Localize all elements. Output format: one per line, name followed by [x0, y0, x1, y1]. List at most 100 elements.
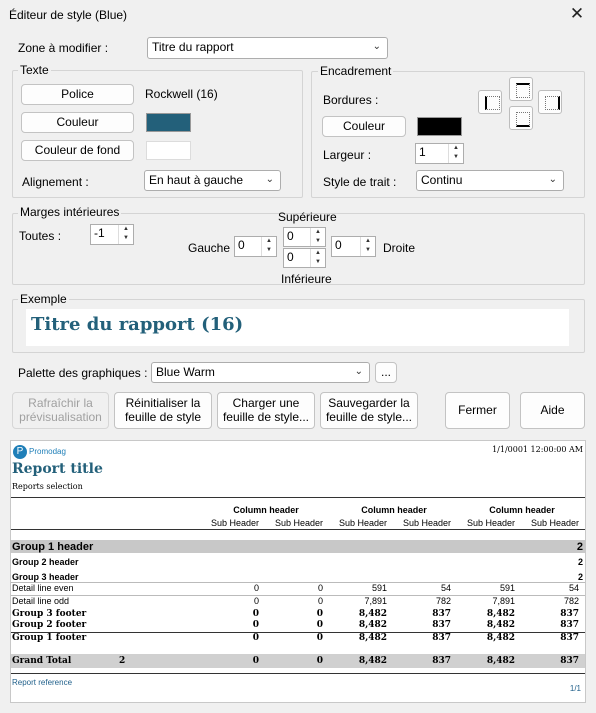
divider: [11, 673, 585, 674]
sub-header: Sub Header: [274, 518, 323, 528]
reset-stylesheet-button[interactable]: Réinitialiser la feuille de style: [114, 392, 212, 429]
spinner-arrows-icon[interactable]: ▲ ▼: [360, 237, 375, 256]
all-margins-spinner[interactable]: -1 ▲ ▼: [90, 224, 134, 245]
zone-select[interactable]: Titre du rapport ⌄: [147, 37, 388, 59]
text-color-button[interactable]: Couleur: [21, 112, 134, 133]
grand-total-cell: 8,482: [486, 656, 515, 666]
divider: [11, 497, 585, 498]
report-cell: 7,891: [492, 596, 515, 606]
border-right-icon: [545, 96, 560, 110]
all-margins-label: Toutes :: [19, 229, 62, 243]
chevron-down-icon: ⌄: [372, 41, 381, 52]
spinner-arrows-icon[interactable]: ▲ ▼: [261, 237, 276, 256]
grand-total-cell: 0: [252, 656, 259, 666]
report-title: Report title: [12, 461, 103, 477]
report-row-label: Group 2 footer: [12, 620, 87, 630]
report-cell: 837: [560, 620, 579, 630]
group2-count: 2: [577, 557, 583, 567]
report-cell: 837: [432, 609, 451, 619]
sub-header: Sub Header: [402, 518, 451, 528]
border-color-button[interactable]: Couleur: [322, 116, 406, 137]
top-margin-value: 0: [287, 229, 294, 243]
sub-header: Sub Header: [210, 518, 259, 528]
example-preview: Titre du rapport (16): [26, 309, 569, 346]
top-margin-label: Supérieure: [278, 210, 337, 224]
report-cell: 0: [317, 596, 323, 606]
border-left-button[interactable]: [478, 90, 502, 114]
column-header: Column header: [361, 505, 427, 515]
border-bottom-button[interactable]: [509, 106, 533, 130]
report-cell: 837: [432, 620, 451, 630]
left-margin-spinner[interactable]: 0 ▲ ▼: [234, 236, 277, 257]
report-cell: 0: [316, 633, 323, 643]
report-selection: Reports selection: [12, 482, 83, 491]
report-cell: 8,482: [486, 633, 515, 643]
report-cell: 782: [435, 596, 451, 606]
report-cell: 54: [440, 583, 451, 593]
align-label: Alignement :: [22, 175, 89, 189]
window-title: Éditeur de style (Blue): [9, 8, 128, 22]
group2-header: Group 2 header: [12, 557, 79, 567]
border-right-button[interactable]: [538, 90, 562, 114]
spinner-arrows-icon[interactable]: ▲ ▼: [310, 249, 325, 267]
help-button[interactable]: Aide: [520, 392, 585, 429]
palette-select[interactable]: Blue Warm ⌄: [151, 362, 370, 383]
chevron-down-icon: ⌄: [354, 366, 363, 377]
example-text: Titre du rapport (16): [31, 314, 244, 335]
text-color-swatch[interactable]: [146, 113, 191, 132]
border-top-icon: [516, 83, 530, 98]
sub-header: Sub Header: [466, 518, 515, 528]
group1-band: [11, 540, 585, 553]
palette-more-button[interactable]: ...: [375, 362, 397, 383]
font-button[interactable]: Police: [21, 84, 134, 105]
title-bar: Éditeur de style (Blue) ✕: [0, 0, 596, 30]
margins-group-title: Marges intérieures: [18, 205, 122, 219]
top-margin-spinner[interactable]: 0 ▲ ▼: [283, 227, 326, 247]
left-margin-label: Gauche: [188, 241, 231, 255]
report-row-label: Group 1 footer: [12, 633, 87, 643]
refresh-preview-button[interactable]: Rafraîchir la prévisualisation: [12, 392, 109, 429]
right-margin-value: 0: [335, 238, 342, 252]
border-color-swatch[interactable]: [417, 117, 462, 136]
report-cell: 0: [253, 596, 259, 606]
report-cell: 837: [432, 633, 451, 643]
spinner-arrows-icon[interactable]: ▲ ▼: [118, 225, 133, 244]
zone-value: Titre du rapport: [152, 40, 234, 54]
close-button[interactable]: Fermer: [445, 392, 510, 429]
report-cell: 8,482: [358, 620, 387, 630]
all-margins-value: -1: [94, 226, 105, 240]
report-cell: 0: [252, 609, 259, 619]
spinner-arrows-icon[interactable]: ▲ ▼: [310, 228, 325, 246]
save-stylesheet-button[interactable]: Sauvegarder la feuille de style...: [320, 392, 418, 429]
zone-label: Zone à modifier :: [18, 41, 109, 55]
width-label: Largeur :: [323, 148, 372, 162]
divider: [11, 632, 585, 633]
bottom-margin-spinner[interactable]: 0 ▲ ▼: [283, 248, 326, 268]
column-header: Column header: [233, 505, 299, 515]
group1-count: 2: [576, 541, 583, 553]
align-select[interactable]: En haut à gauche ⌄: [144, 170, 281, 191]
sub-header: Sub Header: [530, 518, 579, 528]
width-spinner[interactable]: 1 ▲ ▼: [415, 143, 464, 164]
report-cell: 8,482: [358, 609, 387, 619]
palette-label: Palette des graphiques :: [18, 366, 148, 380]
font-value: Rockwell (16): [145, 87, 218, 101]
report-cell: 0: [317, 583, 323, 593]
bg-color-swatch[interactable]: [146, 141, 191, 160]
spinner-arrows-icon[interactable]: ▲ ▼: [448, 144, 463, 163]
left-margin-value: 0: [238, 238, 245, 252]
load-stylesheet-button[interactable]: Charger une feuille de style...: [217, 392, 315, 429]
report-row-label: Detail line even: [12, 583, 74, 593]
bg-color-button[interactable]: Couleur de fond: [21, 140, 134, 161]
border-top-button[interactable]: [509, 77, 533, 101]
report-cell: 782: [563, 596, 579, 606]
report-cell: 0: [252, 633, 259, 643]
right-margin-spinner[interactable]: 0 ▲ ▼: [331, 236, 376, 257]
line-style-select[interactable]: Continu ⌄: [416, 170, 564, 191]
close-icon[interactable]: ✕: [566, 4, 588, 24]
divider: [11, 595, 585, 596]
report-cell: 54: [568, 583, 579, 593]
report-cell: 591: [499, 583, 515, 593]
borders-label: Bordures :: [323, 93, 379, 107]
border-bottom-icon: [516, 112, 530, 127]
